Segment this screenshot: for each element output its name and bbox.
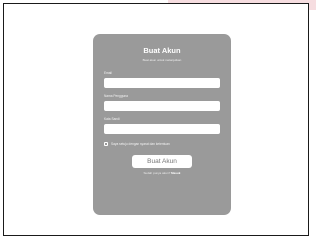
email-label: Email (104, 71, 112, 75)
terms-consent-row[interactable]: Saya setuju dengan syarat dan ketentuan (104, 142, 220, 146)
password-field-group: Kata Sandi (104, 117, 220, 134)
login-prompt-text: Sudah punya akun? (143, 171, 171, 175)
username-field-group: Nama Pengguna (104, 94, 220, 111)
username-input[interactable] (104, 101, 220, 111)
page-frame: Buat Akun Buat akun untuk melanjutkan Em… (3, 3, 309, 236)
terms-checkbox[interactable] (104, 142, 108, 146)
email-input[interactable] (104, 78, 220, 88)
form-title: Buat Akun (143, 46, 181, 55)
password-label: Kata Sandi (104, 117, 120, 121)
terms-label: Saya setuju dengan syarat dan ketentuan (111, 142, 170, 146)
login-link[interactable]: Masuk (171, 171, 180, 175)
email-field-group: Email (104, 71, 220, 88)
signup-card: Buat Akun Buat akun untuk melanjutkan Em… (93, 34, 231, 215)
password-input[interactable] (104, 124, 220, 134)
form-subtitle: Buat akun untuk melanjutkan (142, 58, 182, 62)
login-prompt-line: Sudah punya akun? Masuk (104, 171, 220, 175)
username-label: Nama Pengguna (104, 94, 128, 98)
create-account-button[interactable]: Buat Akun (132, 155, 192, 168)
